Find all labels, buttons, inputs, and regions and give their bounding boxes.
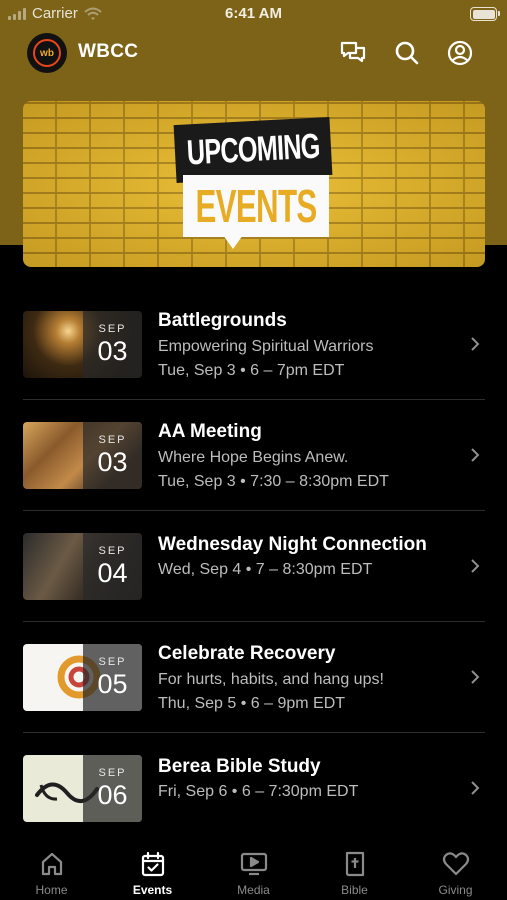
tab-label: Home (35, 883, 68, 897)
chat-icon (340, 41, 366, 63)
date-month: SEP (98, 545, 127, 557)
app-title: WBCC (78, 41, 139, 62)
date-day: 06 (97, 780, 128, 810)
chat-button[interactable] (338, 38, 368, 68)
tab-label: Bible (341, 883, 368, 897)
event-row-wednesday-night[interactable]: SEP 04 Wednesday Night Connection Wed, S… (0, 511, 507, 622)
status-time: 6:41 AM (225, 5, 282, 22)
event-subtitle: Where Hope Begins Anew. (158, 449, 349, 466)
event-subtitle: For hurts, habits, and hang ups! (158, 671, 384, 688)
event-row-celebrate-recovery[interactable]: SEP 05 Celebrate Recovery For hurts, hab… (0, 622, 507, 733)
tab-giving[interactable]: Giving (405, 838, 506, 900)
chevron-right-icon (471, 670, 480, 684)
event-text: Wednesday Night Connection Wed, Sep 4 • … (158, 533, 457, 581)
tab-home[interactable]: Home (1, 838, 102, 900)
event-subtitle: Empowering Spiritual Warriors (158, 338, 374, 355)
event-row-aa-meeting[interactable]: SEP 03 AA Meeting Where Hope Begins Anew… (0, 400, 507, 511)
battery-level (472, 9, 495, 19)
home-icon (38, 850, 66, 878)
event-text: Celebrate Recovery For hurts, habits, an… (158, 642, 457, 715)
event-time: Thu, Sep 5 • 6 – 9pm EDT (158, 695, 346, 712)
banner-line1: UPCOMING (185, 126, 321, 173)
search-button[interactable] (392, 38, 422, 68)
tab-bar: Home Events Media Bible Giving (0, 838, 507, 900)
date-month: SEP (98, 434, 127, 446)
date-month: SEP (98, 767, 127, 779)
date-badge: SEP 03 (83, 311, 142, 378)
event-title: Celebrate Recovery (158, 643, 336, 664)
event-title: Berea Bible Study (158, 756, 321, 777)
banner-line2: EVENTS (195, 180, 317, 232)
date-day: 04 (97, 558, 128, 588)
profile-icon (447, 40, 473, 66)
event-title: Battlegrounds (158, 310, 287, 331)
tab-media[interactable]: Media (203, 838, 304, 900)
event-thumbnail: SEP 03 (23, 311, 142, 378)
event-row-battlegrounds[interactable]: SEP 03 Battlegrounds Empowering Spiritua… (0, 289, 507, 400)
speech-bubble-tail (223, 235, 243, 249)
calendar-icon (139, 850, 167, 878)
battery-icon (470, 7, 500, 21)
chevron-right-icon (471, 781, 480, 795)
date-day: 05 (97, 669, 128, 699)
profile-button[interactable] (445, 38, 475, 68)
heart-icon (442, 850, 470, 878)
date-badge: SEP 05 (83, 644, 142, 711)
date-badge: SEP 06 (83, 755, 142, 822)
banner-heading-bottom: EVENTS (183, 175, 329, 237)
tab-events[interactable]: Events (102, 838, 203, 900)
event-text: Battlegrounds Empowering Spiritual Warri… (158, 309, 457, 382)
tab-label: Giving (438, 883, 473, 897)
tab-label: Events (132, 883, 173, 897)
tab-bible[interactable]: Bible (304, 838, 405, 900)
date-badge: SEP 04 (83, 533, 142, 600)
event-thumbnail: SEP 04 (23, 533, 142, 600)
chevron-right-icon (471, 337, 480, 351)
bible-icon (341, 850, 369, 878)
event-time: Fri, Sep 6 • 6 – 7:30pm EDT (158, 783, 359, 800)
event-thumbnail: SEP 03 (23, 422, 142, 489)
play-screen-icon (240, 850, 268, 878)
date-badge: SEP 03 (83, 422, 142, 489)
church-logo[interactable]: wb (27, 33, 67, 73)
app-header: wb WBCC (0, 30, 507, 76)
logo-mark: wb (33, 39, 61, 67)
upcoming-events-banner[interactable]: UPCOMING EVENTS (23, 101, 485, 267)
event-text: AA Meeting Where Hope Begins Anew. Tue, … (158, 420, 457, 493)
banner-heading-top: UPCOMING (173, 116, 333, 184)
event-time: Tue, Sep 3 • 7:30 – 8:30pm EDT (158, 473, 389, 490)
event-row-berea-bible-study[interactable]: SEP 06 Berea Bible Study Fri, Sep 6 • 6 … (0, 733, 507, 844)
event-thumbnail: SEP 06 (23, 755, 142, 822)
date-day: 03 (97, 447, 128, 477)
tab-label: Media (237, 883, 270, 897)
chevron-right-icon (471, 448, 480, 462)
search-icon (395, 41, 419, 65)
event-text: Berea Bible Study Fri, Sep 6 • 6 – 7:30p… (158, 755, 457, 803)
date-month: SEP (98, 323, 127, 335)
event-time: Wed, Sep 4 • 7 – 8:30pm EDT (158, 561, 373, 578)
date-day: 03 (97, 336, 128, 366)
chevron-right-icon (471, 559, 480, 573)
event-title: Wednesday Night Connection (158, 534, 427, 555)
date-month: SEP (98, 656, 127, 668)
event-title: AA Meeting (158, 421, 262, 442)
event-thumbnail: SEP 05 (23, 644, 142, 711)
event-time: Tue, Sep 3 • 6 – 7pm EDT (158, 362, 345, 379)
status-bar: Carrier 6:41 AM (0, 0, 507, 28)
